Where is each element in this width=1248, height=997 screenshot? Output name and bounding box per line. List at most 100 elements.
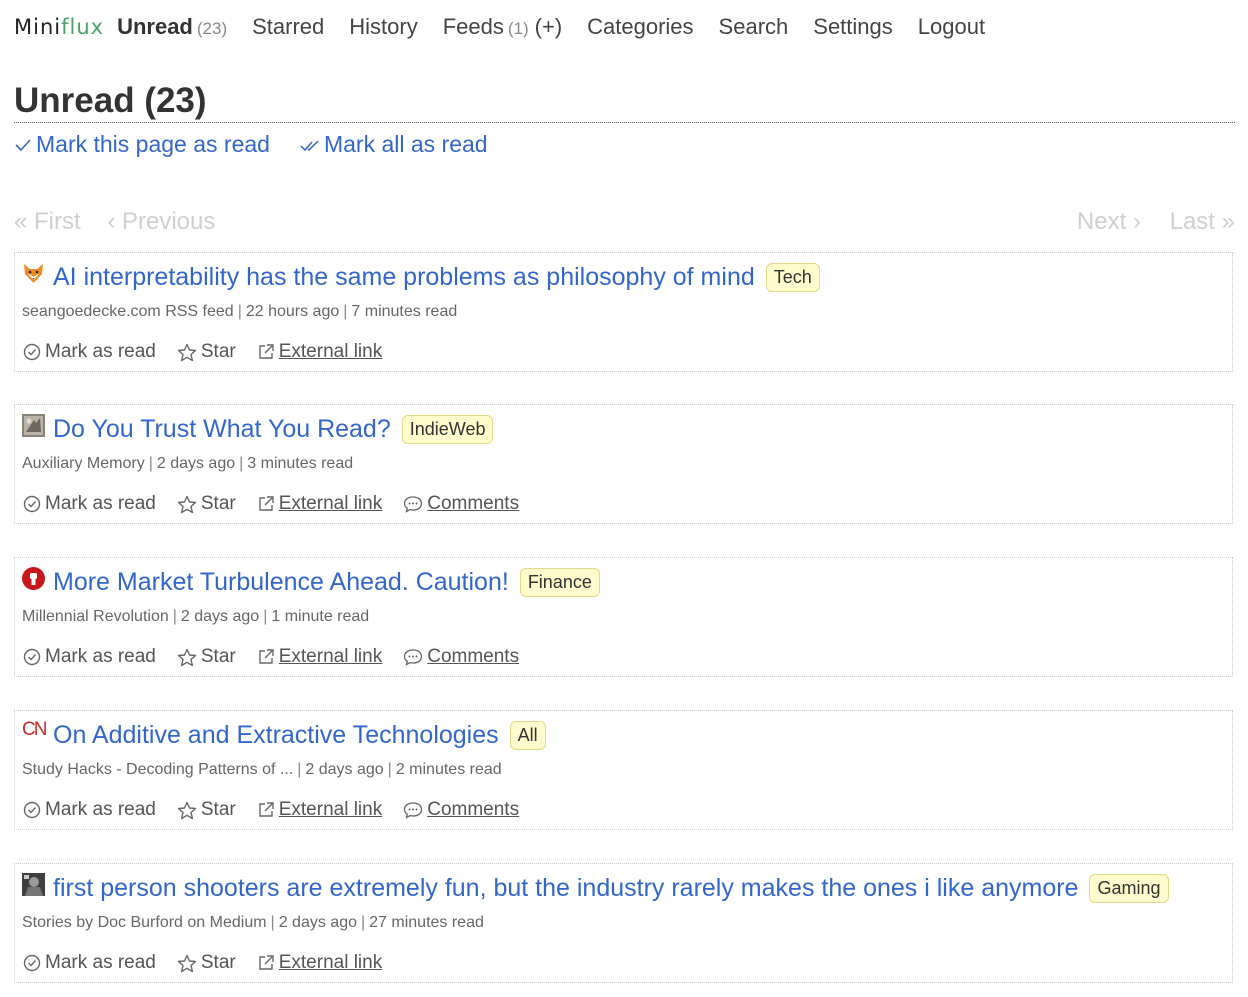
comment-icon xyxy=(404,802,423,819)
entry-title-link[interactable]: Do You Trust What You Read? xyxy=(53,415,391,444)
nav-add-feed[interactable]: (+) xyxy=(535,14,563,39)
pagination-previous: ‹ Previous xyxy=(107,208,216,235)
nav-categories[interactable]: Categories xyxy=(587,14,693,40)
external-link-icon xyxy=(259,955,274,970)
mark-page-read-label: Mark this page as read xyxy=(36,131,270,157)
nav-logout[interactable]: Logout xyxy=(918,14,985,40)
category-badge[interactable]: Tech xyxy=(765,263,820,292)
nav-feeds[interactable]: Feeds (1) xyxy=(443,14,529,39)
entry-title-row: first person shooters are extremely fun,… xyxy=(22,873,1169,903)
mark-as-read-label: Mark as read xyxy=(45,341,156,362)
external-link-button[interactable]: External link xyxy=(257,799,383,821)
entry-title-link[interactable]: On Additive and Extractive Technologies xyxy=(53,721,499,750)
external-link-label: External link xyxy=(278,493,383,514)
category-badge[interactable]: All xyxy=(509,721,546,750)
nav-unread-label: Unread xyxy=(117,14,193,39)
pagination-top: « First ‹ Previous Next › Last » xyxy=(14,208,1235,240)
star-button[interactable]: Star xyxy=(177,799,236,821)
mark-as-read-button[interactable]: Mark as read xyxy=(23,341,156,363)
entry-feed-name[interactable]: Stories by Doc Burford on Medium xyxy=(22,914,267,931)
comments-button[interactable]: Comments xyxy=(403,493,519,515)
external-link-icon xyxy=(259,344,274,359)
check-icon xyxy=(15,138,31,151)
cn-logo-icon: CN xyxy=(22,719,47,740)
star-label: Star xyxy=(200,341,236,362)
entry-item: Do You Trust What You Read? IndieWeb Aux… xyxy=(14,404,1233,524)
entry-date: 2 days ago xyxy=(305,761,384,778)
mark-all-read-label: Mark all as read xyxy=(323,131,488,157)
nav-feeds-label: Feeds xyxy=(442,14,504,39)
entry-title-row: CN On Additive and Extractive Technologi… xyxy=(22,719,546,750)
logo-text-mini: Mini xyxy=(14,15,62,39)
entry-actions: Mark as read Star External link Comments xyxy=(23,493,540,515)
mark-as-read-button[interactable]: Mark as read xyxy=(23,952,156,974)
nav-starred[interactable]: Starred xyxy=(252,14,324,40)
entry-title-row: AI interpretability has the same problem… xyxy=(22,263,820,292)
comments-label: Comments xyxy=(427,646,520,667)
external-link-label: External link xyxy=(278,799,383,820)
star-icon xyxy=(177,954,197,972)
external-link-icon xyxy=(259,802,274,817)
entry-reading-time: 3 minutes read xyxy=(247,455,354,472)
entry-date: 2 days ago xyxy=(180,608,260,625)
pagination-left: « First ‹ Previous xyxy=(14,208,235,236)
mark-as-read-button[interactable]: Mark as read xyxy=(23,493,156,515)
page-actions: Mark this page as read Mark all as read xyxy=(14,131,518,158)
mark-as-read-label: Mark as read xyxy=(45,493,156,514)
entry-reading-time: 1 minute read xyxy=(271,608,370,625)
comments-button[interactable]: Comments xyxy=(403,799,519,821)
comment-icon xyxy=(404,496,423,513)
entry-feed-name[interactable]: Millennial Revolution xyxy=(22,608,169,625)
nav-history[interactable]: History xyxy=(349,14,417,40)
external-link-label: External link xyxy=(278,952,383,973)
entry-actions: Mark as read Star External link xyxy=(23,952,403,974)
entry-reading-time: 2 minutes read xyxy=(395,761,502,778)
entry-meta: Stories by Doc Burford on Medium | 2 days … xyxy=(22,914,484,931)
entry-title-link[interactable]: AI interpretability has the same problem… xyxy=(53,263,755,292)
pagination-right: Next › Last » xyxy=(1055,208,1235,236)
mark-all-read-button[interactable]: Mark all as read xyxy=(300,131,488,158)
star-button[interactable]: Star xyxy=(177,341,236,363)
entry-date: 2 days ago xyxy=(156,455,236,472)
external-link-icon xyxy=(259,649,274,664)
main-header: Miniflux Unread (23) Starred History Feed… xyxy=(14,14,1010,50)
category-badge[interactable]: Gaming xyxy=(1089,874,1169,903)
entry-actions: Mark as read Star External link Comments xyxy=(23,646,540,668)
photo-icon xyxy=(22,414,45,437)
mark-as-read-button[interactable]: Mark as read xyxy=(23,799,156,821)
entry-feed-name[interactable]: Study Hacks - Decoding Patterns of ... xyxy=(22,761,293,778)
mark-as-read-button[interactable]: Mark as read xyxy=(23,646,156,668)
logo[interactable]: Miniflux xyxy=(14,15,104,39)
star-button[interactable]: Star xyxy=(177,952,236,974)
external-link-button[interactable]: External link xyxy=(257,493,383,515)
external-link-label: External link xyxy=(278,646,383,667)
check-circle-icon xyxy=(23,648,41,666)
category-badge[interactable]: Finance xyxy=(519,568,600,597)
entry-feed-name[interactable]: Auxiliary Memory xyxy=(22,455,145,472)
star-button[interactable]: Star xyxy=(177,493,236,515)
nav-unread-count: (23) xyxy=(196,19,228,38)
check-circle-icon xyxy=(23,343,41,361)
comments-button[interactable]: Comments xyxy=(403,646,519,668)
comments-label: Comments xyxy=(427,799,520,820)
nav-search[interactable]: Search xyxy=(719,14,789,40)
entry-title-link[interactable]: first person shooters are extremely fun,… xyxy=(53,874,1078,903)
external-link-button[interactable]: External link xyxy=(257,646,383,668)
logo-text-flux: flux xyxy=(61,15,105,39)
nav-unread[interactable]: Unread (23) xyxy=(117,14,227,40)
entry-item: More Market Turbulence Ahead. Caution! F… xyxy=(14,557,1233,677)
external-link-button[interactable]: External link xyxy=(257,952,383,974)
star-button[interactable]: Star xyxy=(177,646,236,668)
star-icon xyxy=(177,495,197,513)
pagination-first: « First xyxy=(14,208,81,235)
entry-feed-name[interactable]: seangoedecke.com RSS feed xyxy=(22,303,234,320)
mark-as-read-label: Mark as read xyxy=(45,799,156,820)
mark-as-read-label: Mark as read xyxy=(45,952,156,973)
category-badge[interactable]: IndieWeb xyxy=(401,415,494,444)
mark-as-read-label: Mark as read xyxy=(45,646,156,667)
mark-page-read-button[interactable]: Mark this page as read xyxy=(14,131,270,158)
external-link-button[interactable]: External link xyxy=(257,341,382,363)
entry-item: first person shooters are extremely fun,… xyxy=(14,863,1233,983)
nav-settings[interactable]: Settings xyxy=(813,14,893,40)
entry-title-link[interactable]: More Market Turbulence Ahead. Caution! xyxy=(53,568,509,597)
